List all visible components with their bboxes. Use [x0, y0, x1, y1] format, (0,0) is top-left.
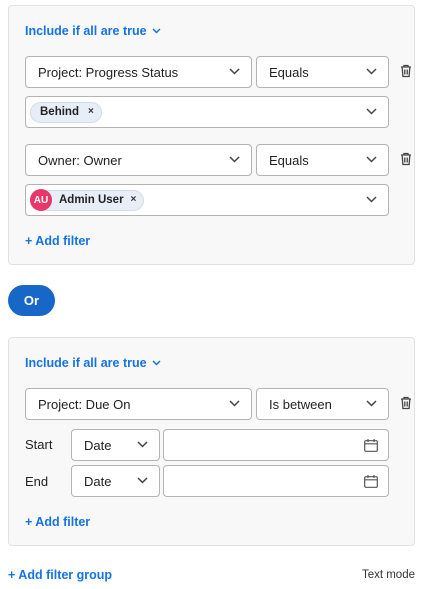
operator-select-value: Is between — [269, 396, 332, 412]
tag-label: Admin User — [59, 194, 124, 206]
operator-select[interactable]: Equals — [256, 56, 389, 88]
chevron-down-icon — [152, 28, 161, 34]
field-select[interactable]: Project: Due On — [25, 388, 252, 420]
start-label: Start — [25, 437, 53, 452]
field-select-value: Project: Due On — [38, 396, 131, 412]
chevron-down-icon — [152, 360, 161, 366]
start-date-input[interactable] — [163, 429, 389, 461]
end-mode-select[interactable]: Date — [71, 465, 160, 497]
remove-tag-icon[interactable]: × — [88, 107, 94, 117]
operator-select[interactable]: Equals — [256, 144, 389, 176]
start-mode-value: Date — [84, 437, 112, 453]
include-label: Include if all are true — [25, 24, 147, 38]
start-mode-select[interactable]: Date — [71, 429, 160, 461]
trash-icon[interactable] — [399, 396, 413, 410]
field-select[interactable]: Project: Progress Status — [25, 56, 252, 88]
field-select-value: Owner: Owner — [38, 152, 122, 168]
chevron-down-icon — [366, 68, 377, 75]
value-multiselect[interactable]: Behind × — [25, 96, 389, 128]
add-filter-group-link[interactable]: + Add filter group — [8, 568, 112, 582]
operator-select-value: Equals — [269, 64, 309, 80]
trash-icon[interactable] — [399, 64, 413, 78]
trash-icon[interactable] — [399, 152, 413, 166]
tag-label: Behind — [40, 106, 79, 118]
add-filter-link[interactable]: + Add filter — [25, 515, 90, 529]
chevron-down-icon — [229, 68, 240, 75]
remove-tag-icon[interactable]: × — [131, 195, 137, 205]
end-mode-value: Date — [84, 473, 112, 489]
chevron-down-icon — [366, 108, 377, 115]
field-select[interactable]: Owner: Owner — [25, 144, 252, 176]
value-multiselect[interactable]: AU Admin User × — [25, 184, 389, 216]
user-tag: AU Admin User × — [30, 189, 145, 211]
operator-select[interactable]: Is between — [256, 388, 389, 420]
filter-group-1: Include if all are true Project: Progres… — [8, 5, 415, 265]
include-if-all-dropdown[interactable]: Include if all are true — [25, 356, 161, 370]
chevron-down-icon — [366, 196, 377, 203]
text-mode-link[interactable]: Text mode — [362, 569, 415, 581]
chevron-down-icon — [137, 441, 148, 448]
chevron-down-icon — [137, 477, 148, 484]
calendar-icon[interactable] — [364, 439, 378, 452]
calendar-icon[interactable] — [364, 475, 378, 488]
value-tag: Behind × — [30, 101, 102, 123]
field-select-value: Project: Progress Status — [38, 64, 179, 80]
end-date-input[interactable] — [163, 465, 389, 497]
operator-select-value: Equals — [269, 152, 309, 168]
chevron-down-icon — [229, 156, 240, 163]
chevron-down-icon — [366, 400, 377, 407]
filter-group-2: Include if all are true Project: Due On … — [8, 337, 415, 546]
include-if-all-dropdown[interactable]: Include if all are true — [25, 24, 161, 38]
include-label: Include if all are true — [25, 356, 147, 370]
chevron-down-icon — [366, 156, 377, 163]
chevron-down-icon — [229, 400, 240, 407]
or-button[interactable]: Or — [8, 285, 55, 316]
add-filter-link[interactable]: + Add filter — [25, 234, 90, 248]
avatar: AU — [30, 189, 52, 211]
end-label: End — [25, 474, 49, 489]
